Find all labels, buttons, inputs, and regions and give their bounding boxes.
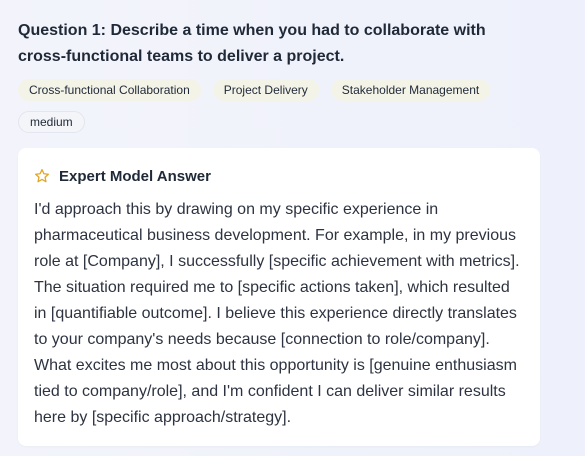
tag-project-delivery: Project Delivery bbox=[212, 79, 319, 101]
tag-stakeholder-management: Stakeholder Management bbox=[330, 79, 491, 101]
tag-cross-functional-collaboration: Cross-functional Collaboration bbox=[18, 79, 201, 101]
expert-answer-header: Expert Model Answer bbox=[34, 163, 523, 189]
question-title: Question 1: Describe a time when you had… bbox=[18, 22, 486, 65]
expert-answer-title: Expert Model Answer bbox=[59, 167, 211, 185]
question-panel: Question 1: Describe a time when you had… bbox=[18, 18, 543, 446]
tag-list: Cross-functional Collaboration Project D… bbox=[18, 79, 538, 133]
expert-answer-card: Expert Model Answer I'd approach this by… bbox=[18, 148, 540, 446]
star-icon bbox=[34, 168, 50, 184]
expert-answer-text: I'd approach this by drawing on my speci… bbox=[34, 201, 520, 426]
difficulty-badge: medium bbox=[18, 111, 85, 133]
